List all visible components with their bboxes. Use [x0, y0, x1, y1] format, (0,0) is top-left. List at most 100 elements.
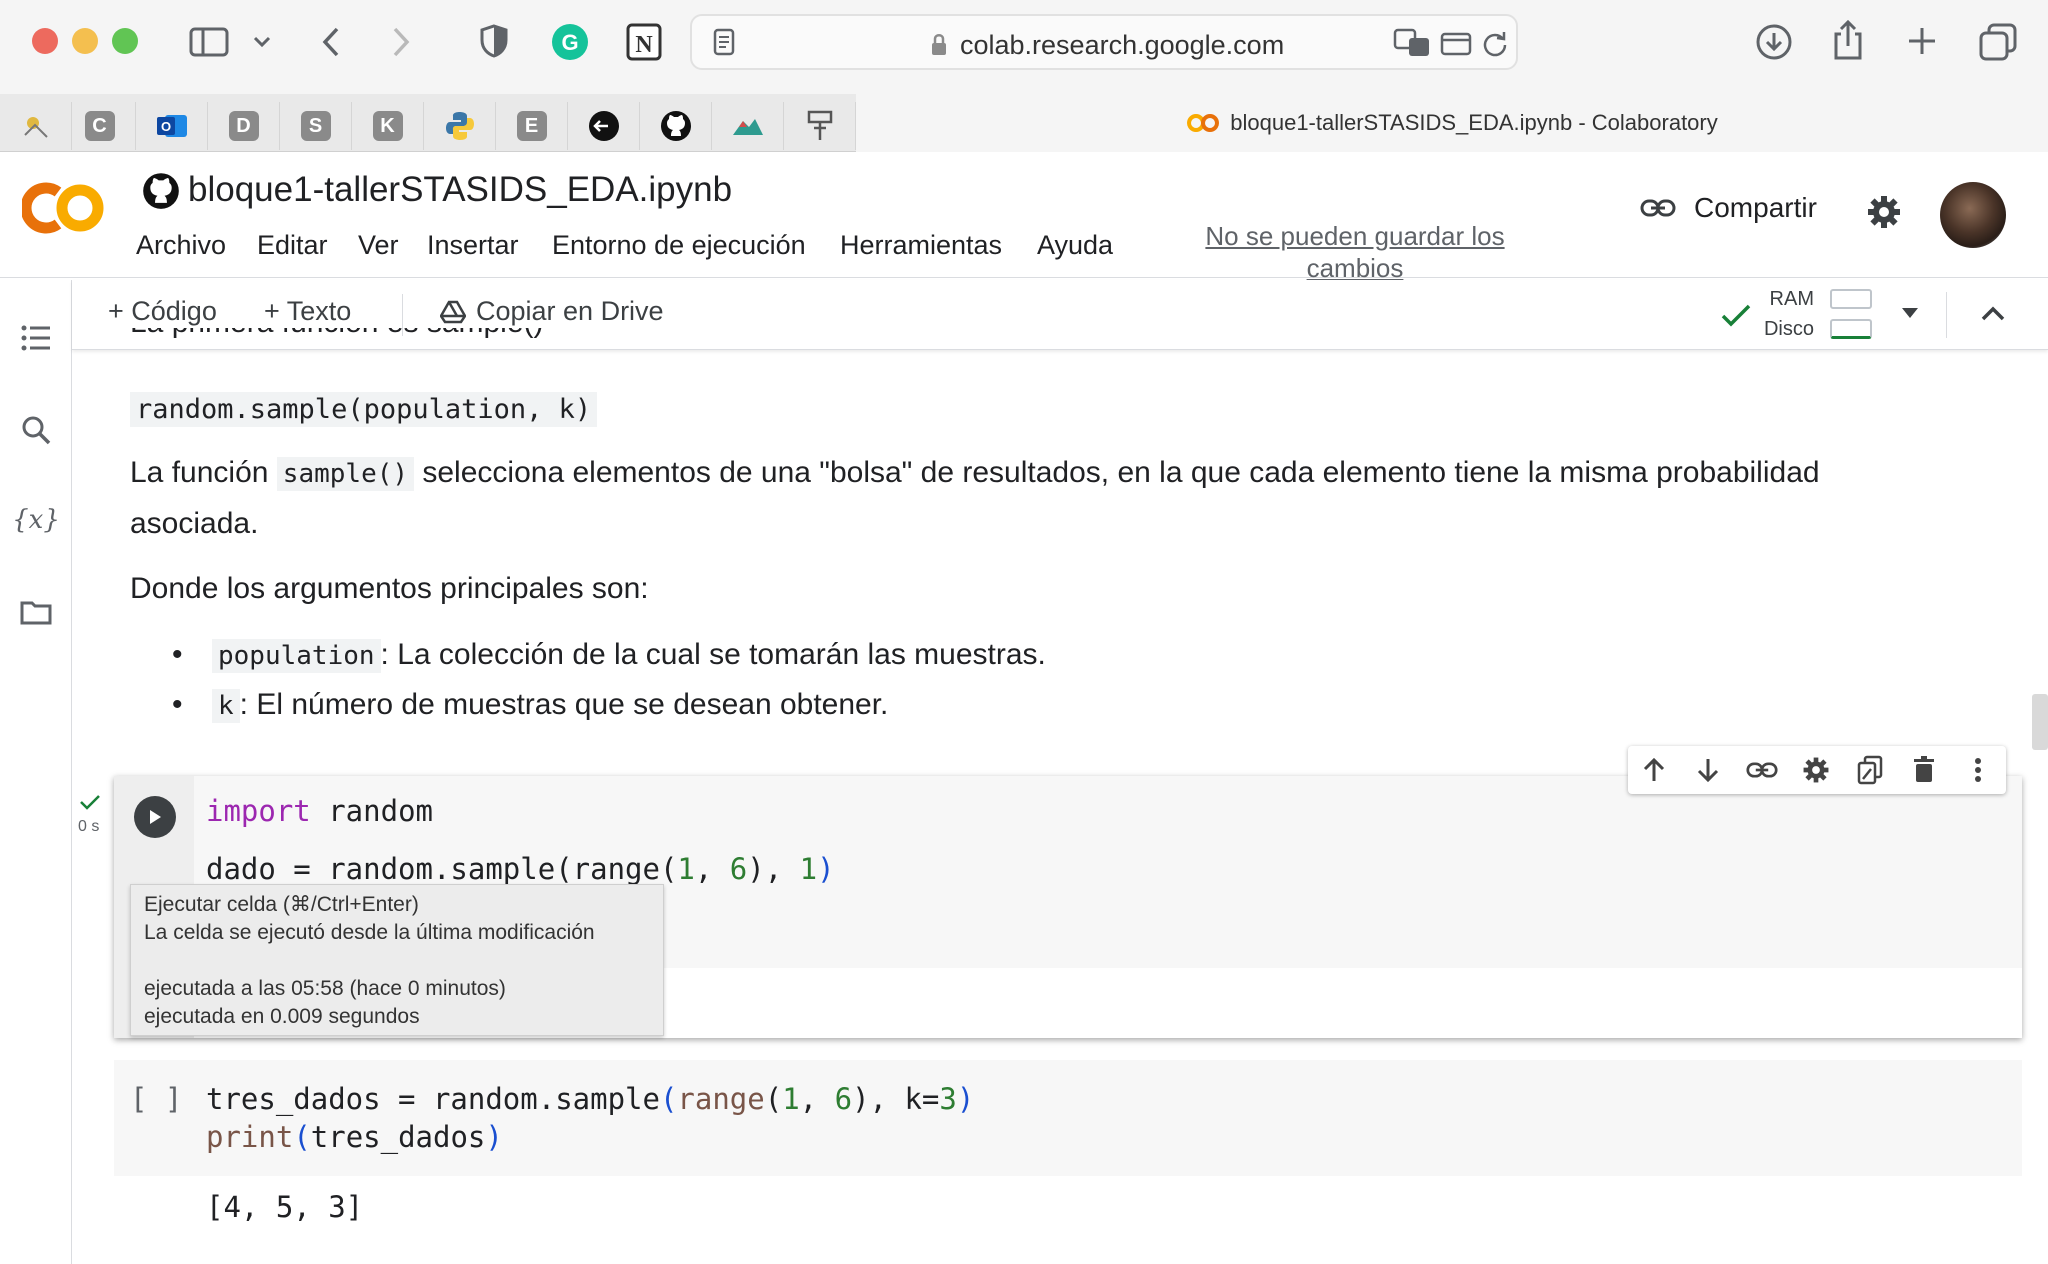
copy-to-drive-label: Copiar en Drive	[476, 296, 664, 326]
tooltip-line: La celda se ejecutó desde la última modi…	[144, 921, 595, 944]
tooltip-line: ejecutada en 0.009 segundos	[144, 1005, 420, 1028]
mirror-cell-icon[interactable]	[1854, 754, 1886, 786]
number: 6	[834, 1082, 853, 1116]
tabs-overview-icon[interactable]	[1438, 28, 1474, 58]
builtin-print: print	[206, 1120, 294, 1154]
cell-settings-gear-icon[interactable]	[1800, 754, 1832, 786]
exec-check-icon	[78, 792, 106, 814]
code-line-1[interactable]: import random	[206, 794, 433, 828]
code-text: )	[817, 852, 835, 886]
minimize-window-button[interactable]	[72, 28, 98, 54]
reload-icon[interactable]	[1480, 26, 1510, 60]
sidebar-toggle-icon[interactable]	[188, 24, 230, 60]
delete-cell-icon[interactable]	[1908, 754, 1940, 786]
active-tab-title: bloque1-tallerSTASIDS_EDA.ipynb - Colabo…	[1230, 110, 1718, 135]
avatar[interactable]	[1940, 182, 2006, 248]
menu-archivo[interactable]: Archivo	[136, 230, 226, 261]
disk-label: Disco	[1763, 318, 1814, 340]
variables-icon[interactable]: {x}	[12, 500, 60, 540]
disk-meter[interactable]	[1830, 319, 1872, 339]
add-code-label: Código	[131, 296, 217, 326]
share-icon[interactable]	[1830, 18, 1866, 62]
folder-icon[interactable]	[16, 592, 56, 632]
forward-icon[interactable]	[386, 24, 416, 60]
code-line-2[interactable]: dado = random.sample(range(1, 6), 1)	[206, 852, 835, 886]
address-bar[interactable]: colab.research.google.com	[690, 14, 1518, 70]
pinned-tab-mountain[interactable]	[712, 102, 784, 150]
search-icon[interactable]	[16, 410, 56, 450]
code-text: (	[659, 1082, 678, 1116]
github-icon[interactable]	[640, 102, 712, 150]
code-text: random	[310, 794, 433, 828]
back-icon[interactable]	[316, 24, 346, 60]
move-down-icon[interactable]	[1692, 754, 1724, 786]
pinned-tab-tool[interactable]	[784, 102, 856, 150]
cell-output-text: [4, 5, 3]	[206, 1190, 364, 1224]
ram-label: RAM	[1769, 288, 1814, 310]
pinned-tab-outlook[interactable]: O	[136, 102, 208, 150]
share-button[interactable]: Compartir	[1640, 192, 1817, 224]
more-options-icon[interactable]	[1962, 754, 1994, 786]
colab-header: bloque1-tallerSTASIDS_EDA.ipynb Archivo …	[0, 152, 2048, 283]
grammarly-icon[interactable]: G	[550, 22, 590, 62]
pinned-tab-c[interactable]: C	[64, 102, 136, 150]
link-icon[interactable]	[1746, 754, 1778, 786]
download-icon[interactable]	[1754, 22, 1794, 62]
move-up-icon[interactable]	[1638, 754, 1670, 786]
menu-insertar[interactable]: Insertar	[427, 230, 519, 261]
reader-icon[interactable]	[710, 26, 738, 58]
notebook-title[interactable]: bloque1-tallerSTASIDS_EDA.ipynb	[188, 170, 732, 210]
collapse-header-icon[interactable]	[1980, 304, 2008, 326]
colab-favicon	[1187, 114, 1220, 132]
add-text-button[interactable]: + Texto	[264, 296, 351, 327]
code-text: (	[764, 1082, 783, 1116]
tab-overview-icon[interactable]	[1978, 22, 2018, 62]
number: 1	[782, 1082, 800, 1116]
resources-dropdown-icon[interactable]	[1900, 306, 1922, 324]
exec-count-bracket[interactable]: [ ]	[130, 1082, 182, 1116]
run-cell-button[interactable]	[134, 796, 176, 838]
tooltip-line: ejecutada a las 05:58 (hace 0 minutos)	[144, 977, 506, 1000]
pinned-tab-e[interactable]: E	[496, 102, 568, 150]
code-line-1[interactable]: tres_dados = random.sample(range(1, 6), …	[206, 1082, 974, 1116]
notion-icon[interactable]: N	[624, 22, 664, 62]
pinned-tab-d[interactable]: D	[208, 102, 280, 150]
chevron-down-icon[interactable]	[250, 28, 274, 56]
menu-herramientas[interactable]: Herramientas	[840, 230, 1002, 261]
builtin-range: range	[677, 1082, 765, 1116]
code-line-2[interactable]: print(tres_dados)	[206, 1120, 503, 1154]
ram-meter[interactable]	[1830, 289, 1872, 309]
link-icon	[1640, 199, 1676, 217]
pinned-tab-k[interactable]: K	[352, 102, 424, 150]
save-warning-link[interactable]: No se pueden guardar los cambios	[1180, 220, 1530, 284]
maximize-window-button[interactable]	[112, 28, 138, 54]
close-window-button[interactable]	[32, 28, 58, 54]
new-tab-icon[interactable]	[1904, 22, 1940, 60]
code-cell-2[interactable]: [ ] tres_dados = random.sample(range(1, …	[114, 1060, 2022, 1176]
menu-ayuda[interactable]: Ayuda	[1037, 230, 1113, 261]
colab-logo[interactable]	[20, 180, 106, 236]
copy-to-drive-button[interactable]: Copiar en Drive	[440, 296, 664, 327]
svg-text:N: N	[635, 32, 653, 58]
scrollbar-thumb[interactable]	[2032, 694, 2048, 750]
pinned-tab-s[interactable]: S	[280, 102, 352, 150]
active-tab[interactable]: bloque1-tallerSTASIDS_EDA.ipynb - Colabo…	[856, 94, 2048, 152]
settings-gear-icon[interactable]	[1866, 194, 1902, 230]
translate-icon[interactable]	[1392, 26, 1432, 60]
menu-entorno[interactable]: Entorno de ejecución	[552, 230, 806, 261]
shield-icon[interactable]	[478, 22, 510, 60]
signature-line: random.sample(population, k)	[130, 384, 598, 435]
code-text: tres_dados = random.sample	[206, 1082, 660, 1116]
code-text: (	[293, 1120, 311, 1154]
add-code-button[interactable]: + Código	[108, 296, 217, 327]
pinned-tab-arrow[interactable]	[568, 102, 640, 150]
menu-editar[interactable]: Editar	[257, 230, 328, 261]
code-text: ), k=	[852, 1082, 940, 1116]
pinned-tab-1[interactable]	[0, 102, 72, 150]
pinned-tab-python[interactable]	[424, 102, 496, 150]
code-text-hidden: dado = random.sample(range(	[206, 852, 678, 886]
desc-prefix: La función	[130, 456, 269, 489]
menu-ver[interactable]: Ver	[358, 230, 399, 261]
tooltip-spacer	[144, 947, 650, 975]
table-of-contents-icon[interactable]	[16, 318, 56, 358]
